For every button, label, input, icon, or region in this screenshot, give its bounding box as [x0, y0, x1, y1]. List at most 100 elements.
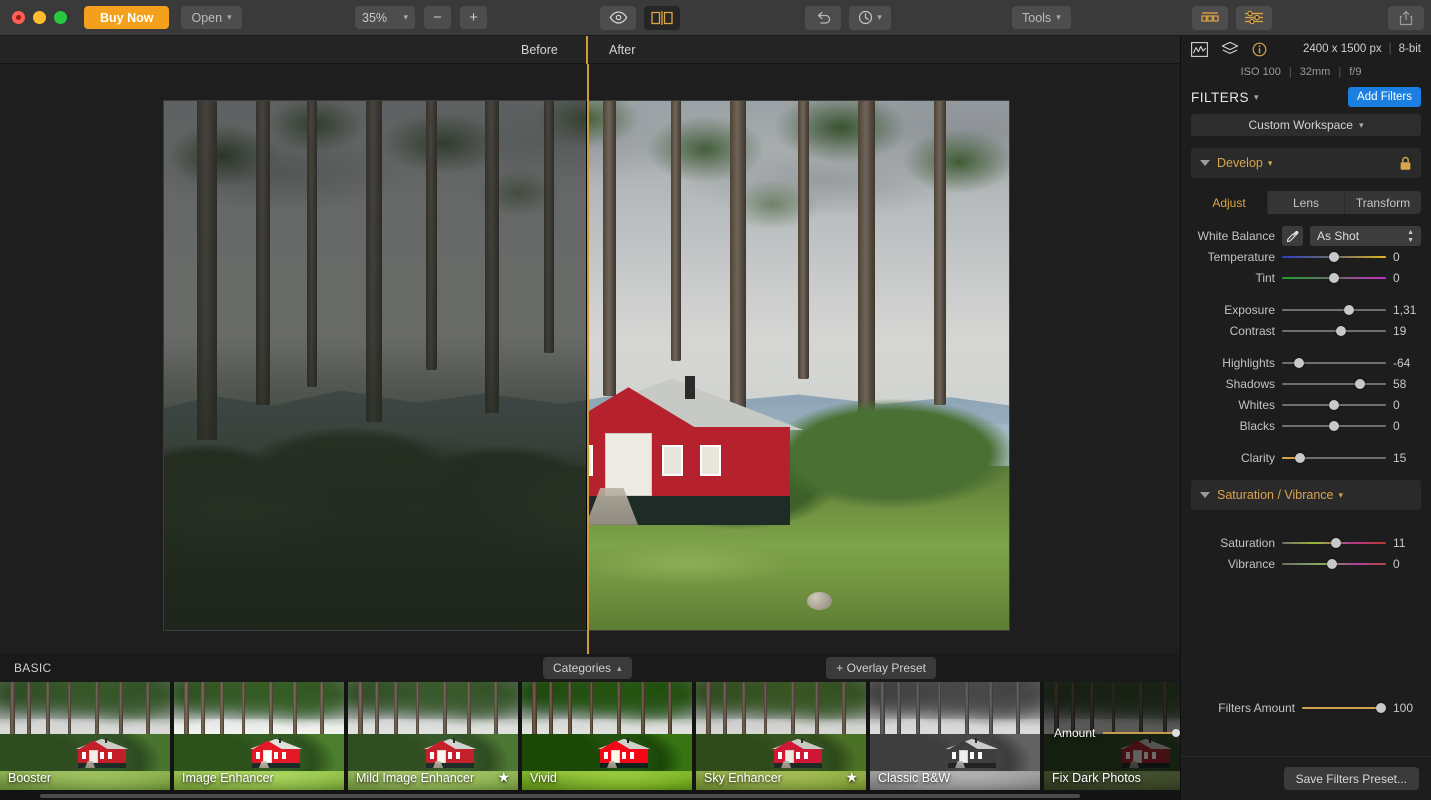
- zoom-level-select[interactable]: 35% ▾: [355, 6, 415, 29]
- histogram-icon[interactable]: [1191, 41, 1208, 57]
- develop-section-header[interactable]: Develop ▾: [1191, 148, 1421, 178]
- preset-vivid[interactable]: Vivid: [522, 682, 692, 790]
- add-filters-button[interactable]: Add Filters: [1348, 87, 1421, 107]
- develop-tabs[interactable]: Adjust Lens Transform: [1191, 191, 1421, 214]
- buy-now-button[interactable]: Buy Now: [84, 6, 170, 29]
- slider-track[interactable]: [1282, 325, 1386, 337]
- slider-knob[interactable]: [1330, 537, 1341, 548]
- slider-vibrance[interactable]: Vibrance 0: [1181, 553, 1431, 574]
- slider-knob[interactable]: [1355, 378, 1366, 389]
- slider-knob[interactable]: [1294, 357, 1305, 368]
- slider-clarity[interactable]: Clarity 15: [1181, 447, 1431, 468]
- add-filters-label: Add Filters: [1357, 91, 1412, 103]
- close-window-button[interactable]: [12, 11, 25, 24]
- preset-booster[interactable]: Booster: [0, 682, 170, 790]
- minimize-window-button[interactable]: [33, 11, 46, 24]
- slider-saturation[interactable]: Saturation 11: [1181, 532, 1431, 553]
- filters-amount-slider[interactable]: Filters Amount 100: [1181, 697, 1431, 718]
- zoom-controls: 35% ▾ − +: [355, 6, 487, 29]
- info-circle-icon[interactable]: [1252, 42, 1267, 57]
- lock-icon[interactable]: [1399, 156, 1412, 171]
- slider-track[interactable]: [1282, 378, 1386, 390]
- slider-track[interactable]: [1282, 537, 1386, 549]
- favorite-star-icon[interactable]: ★: [845, 769, 858, 786]
- disclosure-triangle-icon[interactable]: [1200, 492, 1210, 498]
- slider-track[interactable]: [1282, 452, 1386, 464]
- slider-track[interactable]: [1282, 272, 1386, 284]
- slider-temperature[interactable]: Temperature 0: [1181, 246, 1431, 267]
- preset-filmstrip[interactable]: Booster Image Enhancer Mild Image Enhanc: [0, 682, 1180, 800]
- develop-tab-adjust[interactable]: Adjust: [1191, 191, 1268, 214]
- chevron-down-icon: ▾: [1267, 157, 1273, 168]
- slider-knob[interactable]: [1335, 325, 1346, 336]
- filmstrip-scrollbar[interactable]: [0, 792, 1180, 800]
- filters-amount-track[interactable]: [1302, 702, 1386, 714]
- compare-split-line[interactable]: [587, 64, 589, 654]
- filters-title-group[interactable]: FILTERS ▾: [1191, 90, 1259, 105]
- slider-knob[interactable]: [1329, 251, 1339, 262]
- preset-classic-b-w[interactable]: Classic B&W: [870, 682, 1040, 790]
- save-filters-preset-button[interactable]: Save Filters Preset...: [1283, 767, 1419, 790]
- slider-track[interactable]: [1282, 357, 1386, 369]
- slider-knob[interactable]: [1344, 304, 1355, 315]
- preset-amount-knob[interactable]: [1171, 729, 1180, 737]
- preset-amount-slider[interactable]: Amount100: [1054, 726, 1180, 740]
- maximize-window-button[interactable]: [54, 11, 67, 24]
- slider-knob[interactable]: [1329, 399, 1339, 410]
- eyedropper-button[interactable]: [1282, 226, 1303, 246]
- slider-value: -64: [1393, 355, 1411, 370]
- preset-fix-dark-photos[interactable]: Amount100Fix Dark Photos★: [1044, 682, 1180, 790]
- slider-track[interactable]: [1282, 420, 1386, 432]
- develop-tab-lens[interactable]: Lens: [1268, 191, 1345, 214]
- slider-track[interactable]: [1282, 304, 1386, 316]
- zoom-out-button[interactable]: −: [424, 6, 451, 29]
- slider-knob[interactable]: [1329, 420, 1339, 431]
- preset-sky-enhancer[interactable]: Sky Enhancer ★: [696, 682, 866, 790]
- export-button[interactable]: [1388, 5, 1424, 30]
- slider-track[interactable]: [1282, 399, 1386, 411]
- image-canvas[interactable]: [0, 64, 1180, 654]
- preset-label: Vivid: [530, 771, 557, 785]
- categories-button[interactable]: Categories ▴: [543, 657, 632, 679]
- slider-exposure[interactable]: Exposure 1,31: [1181, 299, 1431, 320]
- filmstrip-header: BASIC Categories ▴ + Overlay Preset: [0, 654, 1180, 682]
- layers-icon[interactable]: [1221, 41, 1239, 57]
- filmstrip-scrollbar-thumb[interactable]: [40, 794, 1080, 798]
- favorite-star-icon[interactable]: ★: [497, 769, 510, 786]
- custom-workspace-select[interactable]: Custom Workspace ▾: [1191, 114, 1421, 136]
- canvas-column: Before After BASIC Categories ▴ + Overla…: [0, 36, 1180, 800]
- overlay-preset-button[interactable]: + Overlay Preset: [826, 657, 936, 679]
- saturation-vibrance-section-header[interactable]: Saturation / Vibrance ▾: [1191, 480, 1421, 510]
- compare-divider-handle[interactable]: [586, 36, 588, 64]
- slider-knob[interactable]: [1329, 272, 1339, 283]
- preset-image-enhancer[interactable]: Image Enhancer: [174, 682, 344, 790]
- slider-shadows[interactable]: Shadows 58: [1181, 373, 1431, 394]
- undo-button[interactable]: [805, 5, 841, 30]
- slider-knob[interactable]: [1376, 702, 1386, 713]
- preview-toggle-button[interactable]: [600, 5, 636, 30]
- slider-contrast[interactable]: Contrast 19: [1181, 320, 1431, 341]
- develop-tab-transform[interactable]: Transform: [1345, 191, 1421, 214]
- tools-button[interactable]: Tools ▾: [1012, 6, 1071, 29]
- adjust-panel-button[interactable]: [1236, 5, 1272, 30]
- history-button[interactable]: ▾: [849, 5, 891, 30]
- preset-mild-image-enhancer[interactable]: Mild Image Enhancer ★: [348, 682, 518, 790]
- slider-highlights[interactable]: Highlights -64: [1181, 352, 1431, 373]
- slider-knob[interactable]: [1295, 452, 1306, 463]
- split-compare-button[interactable]: [644, 5, 680, 30]
- slider-blacks[interactable]: Blacks 0: [1181, 415, 1431, 436]
- slider-tint[interactable]: Tint 0: [1181, 267, 1431, 288]
- slider-track[interactable]: [1282, 251, 1386, 263]
- zoom-in-button[interactable]: +: [460, 6, 487, 29]
- white-balance-select[interactable]: As Shot ▲ ▼: [1310, 226, 1421, 246]
- slider-knob[interactable]: [1327, 558, 1338, 569]
- slider-value: 0: [1393, 397, 1400, 412]
- preset-amount-track[interactable]: [1103, 729, 1180, 737]
- slider-track[interactable]: [1282, 558, 1386, 570]
- chevron-down-icon: ▾: [403, 12, 408, 22]
- disclosure-triangle-icon[interactable]: [1200, 160, 1210, 166]
- presets-panel-button[interactable]: [1192, 5, 1228, 30]
- open-button[interactable]: Open ▾: [181, 6, 242, 29]
- slider-whites[interactable]: Whites 0: [1181, 394, 1431, 415]
- eyedropper-icon: [1286, 230, 1299, 243]
